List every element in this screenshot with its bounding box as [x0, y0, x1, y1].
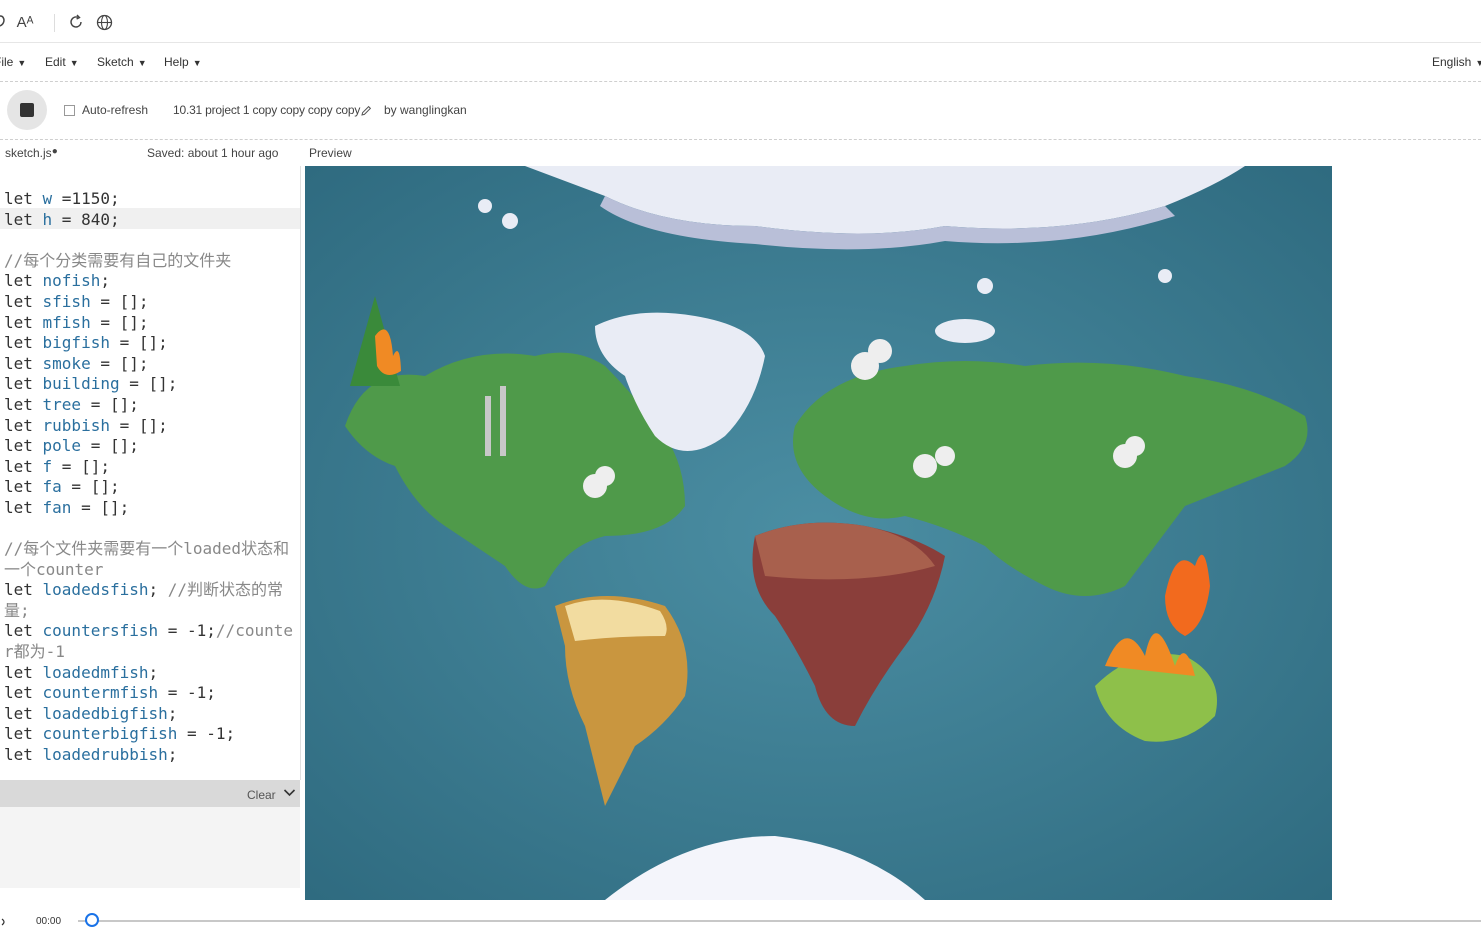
font-size-icon[interactable]: Aᴬ — [15, 12, 35, 32]
menu-sketch-label: Sketch — [97, 55, 134, 69]
chevron-down-icon: ▼ — [1475, 58, 1481, 68]
file-tab[interactable]: sketch.js● — [5, 146, 58, 160]
code-line: let building = []; — [4, 374, 178, 394]
sketch-toolbar: Auto-refresh 10.31 project 1 copy copy c… — [0, 82, 1481, 140]
menu-sketch[interactable]: Sketch ▼ — [97, 55, 147, 69]
code-line: let fan = []; — [4, 497, 130, 517]
console-header: Clear — [0, 780, 300, 807]
language-label: English — [1432, 55, 1472, 69]
progress-track[interactable] — [78, 920, 1481, 922]
code-line: let w =1150; — [4, 189, 120, 208]
code-line: let mfish = []; — [4, 312, 149, 332]
read-aloud-icon[interactable] — [0, 12, 12, 32]
code-line: let pole = []; — [4, 436, 139, 456]
code-line: let countersfish = -1;//counter都为-1 — [4, 621, 293, 662]
auto-refresh-label: Auto-refresh — [82, 103, 149, 117]
code-editor[interactable]: let w =1150; let h = 840; //每个分类需要有自己的文件夹… — [0, 166, 301, 780]
code-content[interactable]: let w =1150; let h = 840; //每个分类需要有自己的文件夹… — [4, 189, 296, 766]
saved-status: Saved: about 1 hour ago — [147, 146, 279, 160]
stop-icon — [20, 103, 34, 117]
playback-time: 00:00 — [36, 916, 62, 927]
auto-refresh-checkbox[interactable] — [64, 105, 75, 116]
language-selector[interactable]: English ▼ — [1432, 55, 1481, 69]
preview-canvas[interactable] — [305, 166, 1332, 900]
code-line: let countermfish = -1; — [4, 683, 216, 703]
file-name: sketch.js — [5, 146, 52, 160]
menu-help[interactable]: Help ▼ — [164, 55, 202, 69]
code-line: let smoke = []; — [4, 353, 149, 373]
menu-bar: File▼ Edit▼ Sketch▼ Help▼ English▼ — [0, 43, 1481, 82]
code-line: let counterbigfish = -1; — [4, 724, 236, 744]
code-line: let loadedsfish; //判断状态的常量; — [4, 580, 284, 620]
video-player-bar: 00:00 — [0, 900, 1481, 927]
toolbar-divider — [54, 14, 55, 32]
code-line: let rubbish = []; — [4, 415, 168, 435]
refresh-icon[interactable] — [66, 12, 86, 32]
author-label[interactable]: by wanglingkan — [384, 103, 467, 117]
progress-handle[interactable] — [85, 913, 99, 927]
code-line: let sfish = []; — [4, 291, 149, 311]
chevron-down-icon: ▼ — [137, 58, 147, 68]
code-line: let f = []; — [4, 456, 110, 476]
chevron-down-icon: ▼ — [17, 58, 27, 68]
stop-button[interactable] — [7, 90, 47, 130]
menu-edit[interactable]: Edit ▼ — [45, 55, 79, 69]
code-line: let fa = []; — [4, 477, 120, 497]
pencil-icon[interactable] — [361, 103, 372, 121]
chevron-down-icon[interactable] — [283, 786, 296, 804]
clear-button[interactable]: Clear — [247, 788, 276, 802]
code-line: let loadedbigfish; — [4, 703, 178, 723]
console-panel — [0, 807, 300, 888]
browser-toolbar: Aᴬ — [0, 0, 1481, 43]
code-line: let loadedrubbish; — [4, 745, 178, 765]
menu-edit-label: Edit — [45, 55, 66, 69]
menu-file[interactable]: File▼ — [0, 55, 26, 69]
unsaved-dot-icon: ● — [51, 146, 58, 157]
code-line: let tree = []; — [4, 394, 139, 414]
code-line: let h = 840; — [4, 209, 120, 229]
code-line: //每个分类需要有自己的文件夹 — [4, 250, 232, 270]
menu-help-label: Help — [164, 55, 189, 69]
world-map-illustration — [305, 166, 1332, 900]
menu-file-label: File — [0, 55, 14, 69]
code-line: let loadedmfish; — [4, 662, 159, 682]
chevron-down-icon: ▼ — [69, 58, 79, 68]
preview-label: Preview — [309, 146, 352, 160]
code-line: //每个文件夹需要有一个loaded状态和一个counter — [4, 539, 290, 579]
code-line: let bigfish = []; — [4, 333, 168, 353]
globe-icon[interactable] — [94, 12, 114, 32]
volume-icon[interactable] — [0, 914, 10, 932]
code-line: let nofish; — [4, 271, 110, 291]
project-name[interactable]: 10.31 project 1 copy copy copy copy — [173, 103, 360, 117]
chevron-down-icon: ▼ — [192, 58, 202, 68]
